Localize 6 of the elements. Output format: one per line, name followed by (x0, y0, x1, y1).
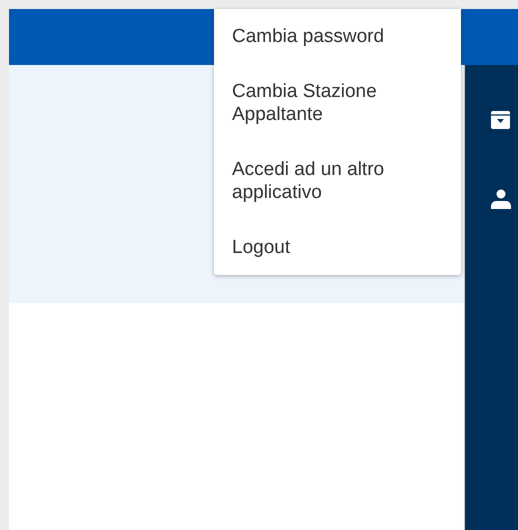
menu-item[interactable]: Logout (214, 220, 461, 275)
user-icon[interactable] (491, 189, 511, 209)
menu-item[interactable]: Cambia Stazione Appaltante (214, 64, 461, 142)
menu-item[interactable]: Cambia password (214, 9, 461, 64)
menu-item[interactable]: Accedi ad un altro applicativo (214, 142, 461, 220)
archive-download-icon[interactable] (491, 110, 510, 129)
